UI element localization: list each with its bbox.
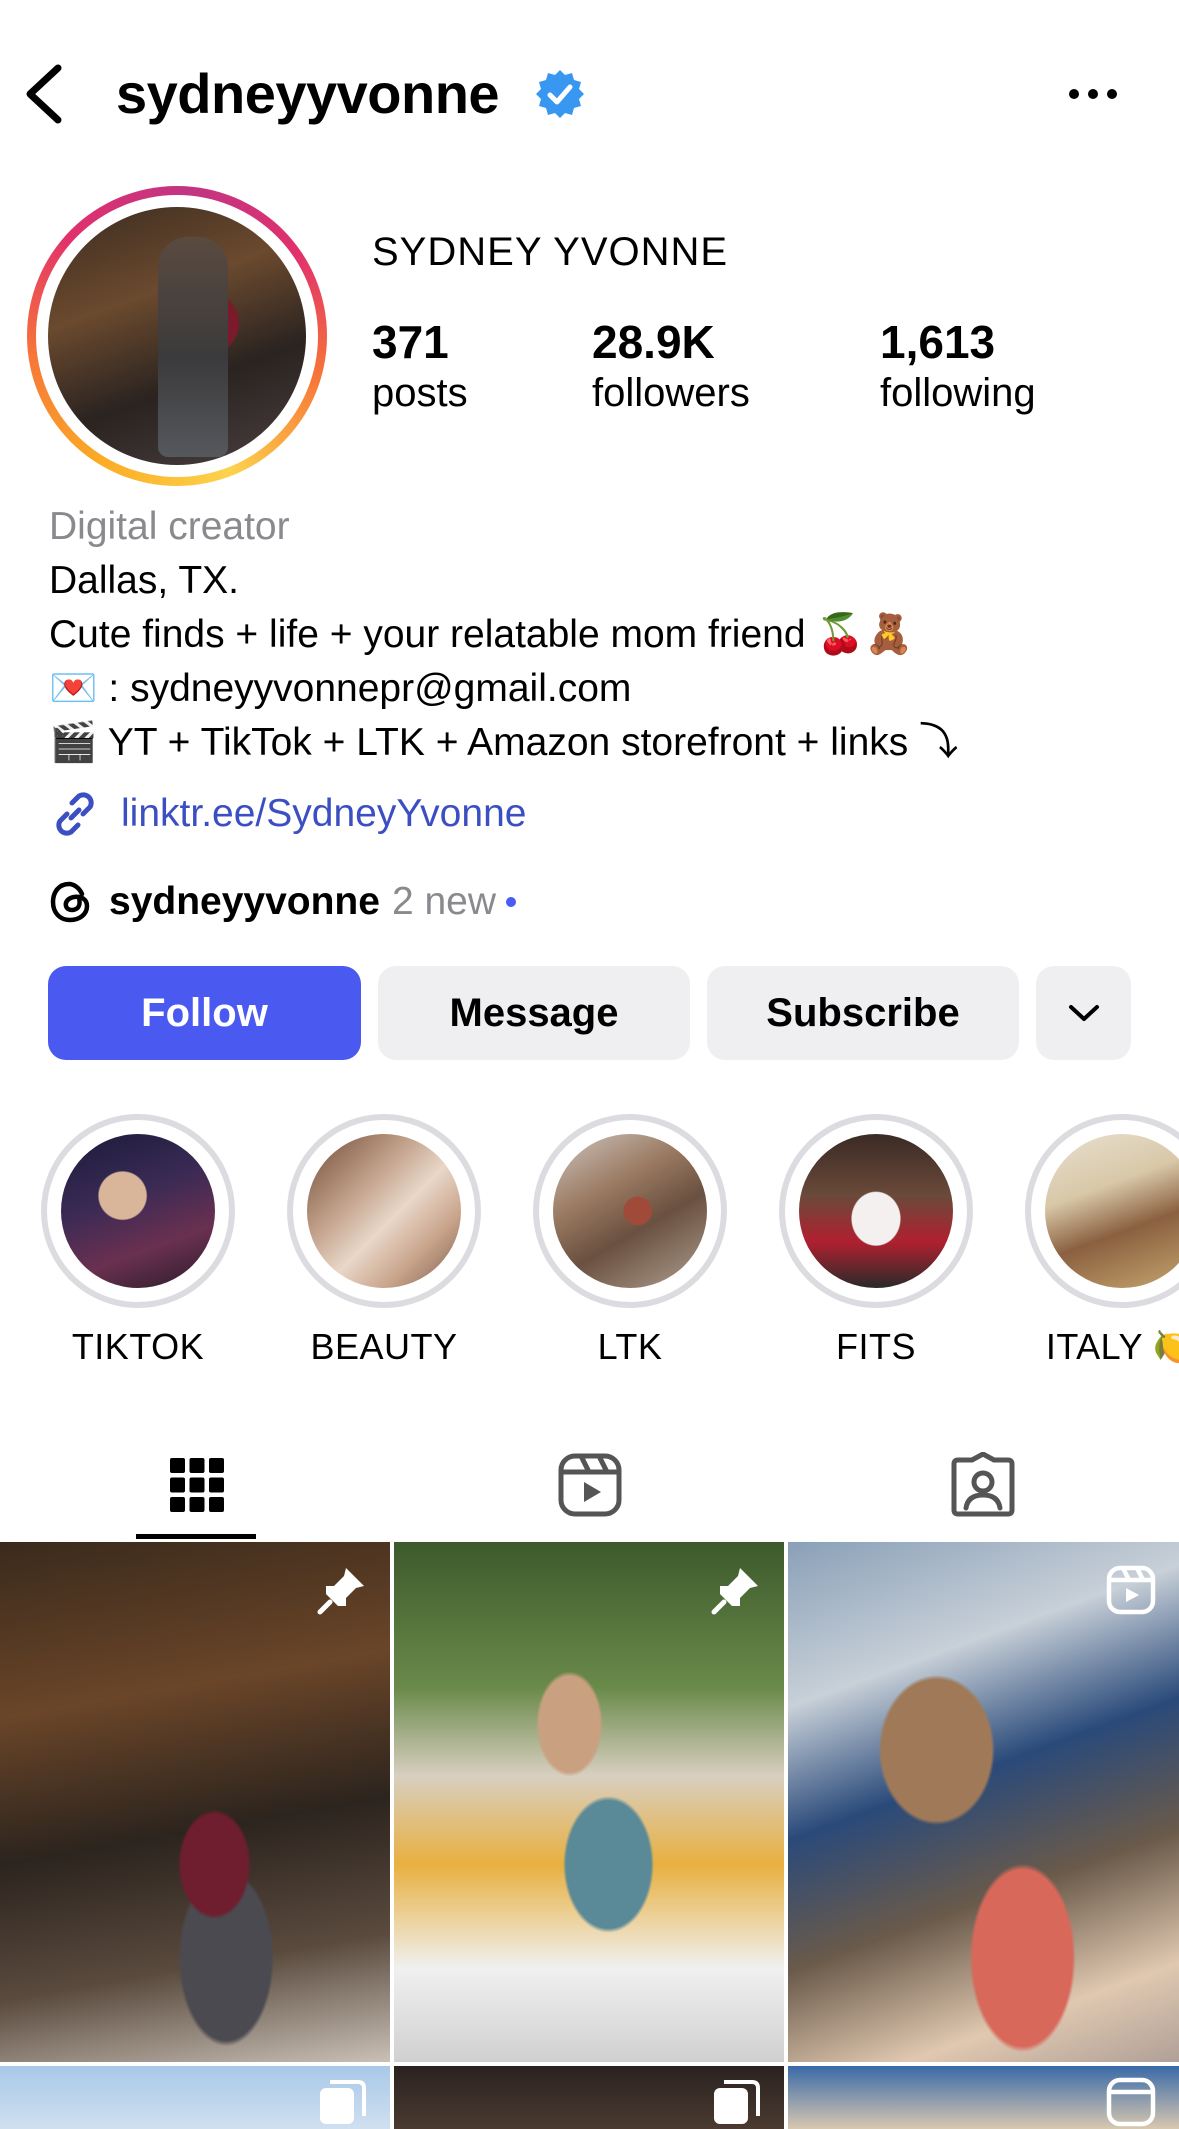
threads-icon <box>50 881 90 923</box>
stat-following[interactable]: 1,613 following <box>880 316 1036 417</box>
stat-followers-value: 28.9K <box>592 316 715 368</box>
carousel-icon <box>714 2080 760 2124</box>
threads-badge[interactable]: sydneyyvonne 2 new <box>49 874 517 930</box>
highlight-ring <box>41 1114 235 1308</box>
highlight-cover <box>1045 1134 1179 1288</box>
tab-tagged[interactable] <box>786 1430 1179 1540</box>
highlight-label: TIKTOK <box>71 1326 205 1367</box>
profile-username: sydneyyvonne <box>116 62 500 125</box>
highlight-ring <box>533 1114 727 1308</box>
chevron-down-icon <box>1068 1005 1099 1021</box>
highlight-label: FITS <box>836 1326 916 1367</box>
reel-icon <box>1106 2077 1156 2127</box>
pin-icon <box>317 1568 364 1615</box>
profile-header: sydneyyvonne <box>0 40 1179 150</box>
tab-reels[interactable] <box>393 1430 786 1540</box>
highlight-cover <box>799 1134 953 1288</box>
highlight-fits[interactable]: FITS <box>779 1114 973 1368</box>
post-thumbnail[interactable] <box>788 2066 1179 2129</box>
profile-full-name: SYDNEY YVONNE <box>372 230 729 274</box>
highlight-label: BEAUTY <box>310 1326 458 1367</box>
stat-followers[interactable]: 28.9K followers <box>592 316 750 417</box>
carousel-icon <box>320 2080 366 2124</box>
tab-grid[interactable] <box>0 1430 393 1540</box>
stat-followers-label: followers <box>592 370 750 415</box>
stat-following-label: following <box>880 370 1036 415</box>
avatar-photo <box>48 207 306 465</box>
highlight-italy[interactable]: ITALY 🍋 <box>1025 1114 1179 1368</box>
reel-icon <box>1106 1565 1156 1615</box>
highlight-ltk[interactable]: LTK <box>533 1114 727 1368</box>
stat-following-value: 1,613 <box>880 316 996 368</box>
highlight-cover <box>307 1134 461 1288</box>
message-button[interactable]: Message <box>378 966 690 1060</box>
bio-line-tagline: Cute finds + life + your relatable mom f… <box>49 613 914 656</box>
threads-username: sydneyyvonne <box>109 880 380 923</box>
more-horizontal-icon[interactable] <box>1068 84 1118 104</box>
threads-new-count: 2 new <box>391 880 497 923</box>
post-thumbnail[interactable] <box>0 2066 390 2129</box>
stat-posts-label: posts <box>372 370 468 415</box>
highlight-ring <box>1025 1114 1179 1308</box>
active-tab-indicator <box>136 1534 256 1539</box>
link-icon <box>56 792 94 836</box>
profile-link[interactable]: linktr.ee/SydneyYvonne <box>49 786 526 842</box>
highlight-tiktok[interactable]: TIKTOK <box>41 1114 235 1368</box>
stat-posts-value: 371 <box>372 316 449 368</box>
highlight-label: ITALY 🍋 <box>1045 1326 1179 1367</box>
follow-button[interactable]: Follow <box>48 966 361 1060</box>
profile-avatar[interactable] <box>27 186 327 486</box>
threads-new-dot <box>506 897 517 907</box>
bio-line-email: 💌 : sydneyyvonnepr@gmail.com <box>49 667 632 710</box>
suggested-accounts-button[interactable] <box>1036 966 1131 1060</box>
post-thumbnail[interactable] <box>788 1542 1179 2062</box>
verified-badge-icon <box>536 70 584 118</box>
highlight-ring <box>287 1114 481 1308</box>
avatar-figure <box>158 237 228 457</box>
bio-line-platforms: 🎬 YT + TikTok + LTK + Amazon storefront … <box>49 721 959 764</box>
highlight-ring <box>779 1114 973 1308</box>
stat-posts[interactable]: 371 posts <box>372 316 468 417</box>
pin-icon <box>711 1568 758 1615</box>
subscribe-button[interactable]: Subscribe <box>707 966 1019 1060</box>
bio-line-location: Dallas, TX. <box>49 559 240 602</box>
reels-icon <box>558 1453 621 1517</box>
post-thumbnail[interactable] <box>394 2066 784 2129</box>
profile-category: Digital creator <box>49 505 290 548</box>
highlight-label: LTK <box>597 1326 663 1367</box>
post-thumbnail[interactable] <box>0 1542 390 2062</box>
grid-icon <box>169 1458 224 1512</box>
profile-link-text[interactable]: linktr.ee/SydneyYvonne <box>121 792 526 836</box>
profile-tabs <box>0 1430 1179 1540</box>
profile-bio: Digital creator Dallas, TX. Cute finds +… <box>49 500 1149 770</box>
highlight-cover <box>61 1134 215 1288</box>
post-thumbnail[interactable] <box>394 1542 784 2062</box>
highlight-cover <box>553 1134 707 1288</box>
highlight-beauty[interactable]: BEAUTY <box>287 1114 481 1368</box>
tagged-user-icon <box>951 1452 1014 1517</box>
chevron-left-icon[interactable] <box>22 62 66 126</box>
